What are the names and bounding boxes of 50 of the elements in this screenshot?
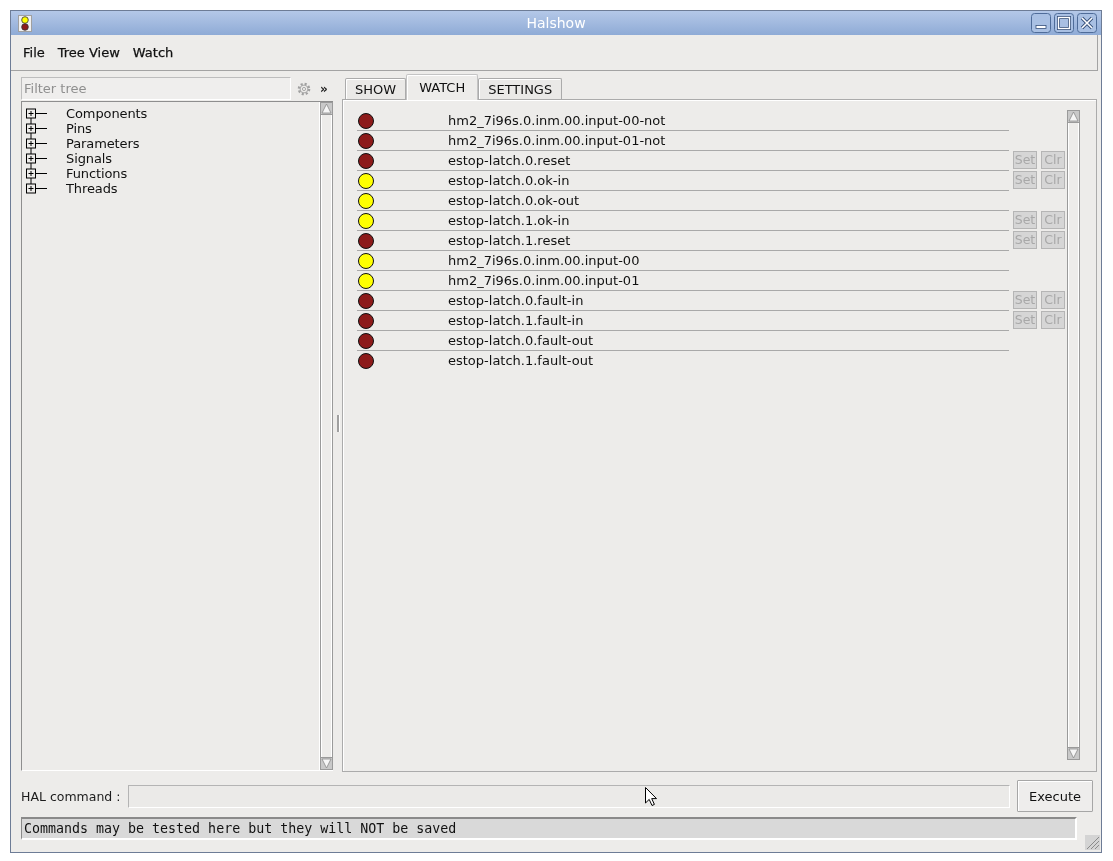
tab[interactable]: SHOW — [345, 78, 407, 99]
pin-name: estop-latch.0.reset — [448, 153, 571, 168]
tree-item[interactable]: Threads — [66, 181, 118, 196]
pin-name: estop-latch.1.fault-in — [448, 313, 584, 328]
splitter-handle[interactable] — [336, 414, 339, 432]
scroll-down-icon[interactable] — [320, 757, 333, 770]
resize-grip-icon[interactable] — [1085, 835, 1100, 850]
status-message: Commands may be tested here but they will NOT be saved — [21, 817, 1077, 840]
pin-name: estop-latch.1.ok-in — [448, 213, 570, 228]
pin-name: hm2_7i96s.0.inm.00.input-00 — [448, 253, 640, 268]
gear-icon[interactable] — [297, 81, 311, 96]
tree-item[interactable]: Signals — [66, 151, 112, 166]
expand-icon[interactable] — [26, 106, 47, 121]
expand-icon[interactable] — [26, 136, 47, 151]
tab[interactable]: SETTINGS — [478, 78, 563, 99]
expand-icon[interactable] — [26, 166, 47, 181]
pin-name: hm2_7i96s.0.inm.00.input-01 — [448, 273, 640, 288]
scroll-up-icon[interactable] — [320, 102, 333, 115]
app-icon — [18, 14, 32, 32]
pin-name: estop-latch.0.ok-out — [448, 193, 580, 208]
window-title: Halshow — [526, 15, 586, 31]
execute-button[interactable]: Execute — [1017, 780, 1093, 812]
pin-name: estop-latch.0.ok-in — [448, 173, 570, 188]
pin-name: hm2_7i96s.0.inm.00.input-00-not — [448, 113, 666, 128]
pin-name: estop-latch.0.fault-in — [448, 293, 584, 308]
pin-name: estop-latch.0.fault-out — [448, 333, 594, 348]
command-field[interactable] — [128, 784, 1010, 808]
tab[interactable]: WATCH — [406, 74, 479, 100]
tree-item[interactable]: Functions — [66, 166, 128, 181]
minimize-button[interactable] — [1031, 13, 1051, 33]
pin-name: hm2_7i96s.0.inm.00.input-01-not — [448, 133, 666, 148]
pin-name: estop-latch.1.reset — [448, 233, 571, 248]
filter-field[interactable]: Filter tree — [21, 77, 291, 100]
maximize-button[interactable] — [1054, 13, 1074, 33]
tree-item[interactable]: Parameters — [66, 136, 140, 151]
mouse-pointer-icon — [645, 787, 657, 806]
close-button[interactable] — [1077, 13, 1097, 33]
scroll-up-icon[interactable] — [1067, 110, 1080, 123]
expand-icon[interactable] — [26, 151, 47, 166]
scroll-down-icon[interactable] — [1067, 747, 1080, 760]
command-label: HAL command : — [21, 788, 121, 804]
tree-item[interactable]: Components — [66, 106, 148, 121]
expand-icon[interactable] — [26, 181, 47, 196]
expand-panel-button[interactable]: » — [319, 81, 329, 96]
menu-item[interactable]: Watch — [126, 45, 180, 60]
menu-item[interactable]: Tree View — [51, 45, 126, 60]
menu-item[interactable]: File — [17, 45, 51, 60]
pin-name: estop-latch.1.fault-out — [448, 353, 594, 368]
expand-icon[interactable] — [26, 121, 47, 136]
tree-item[interactable]: Pins — [66, 121, 92, 136]
